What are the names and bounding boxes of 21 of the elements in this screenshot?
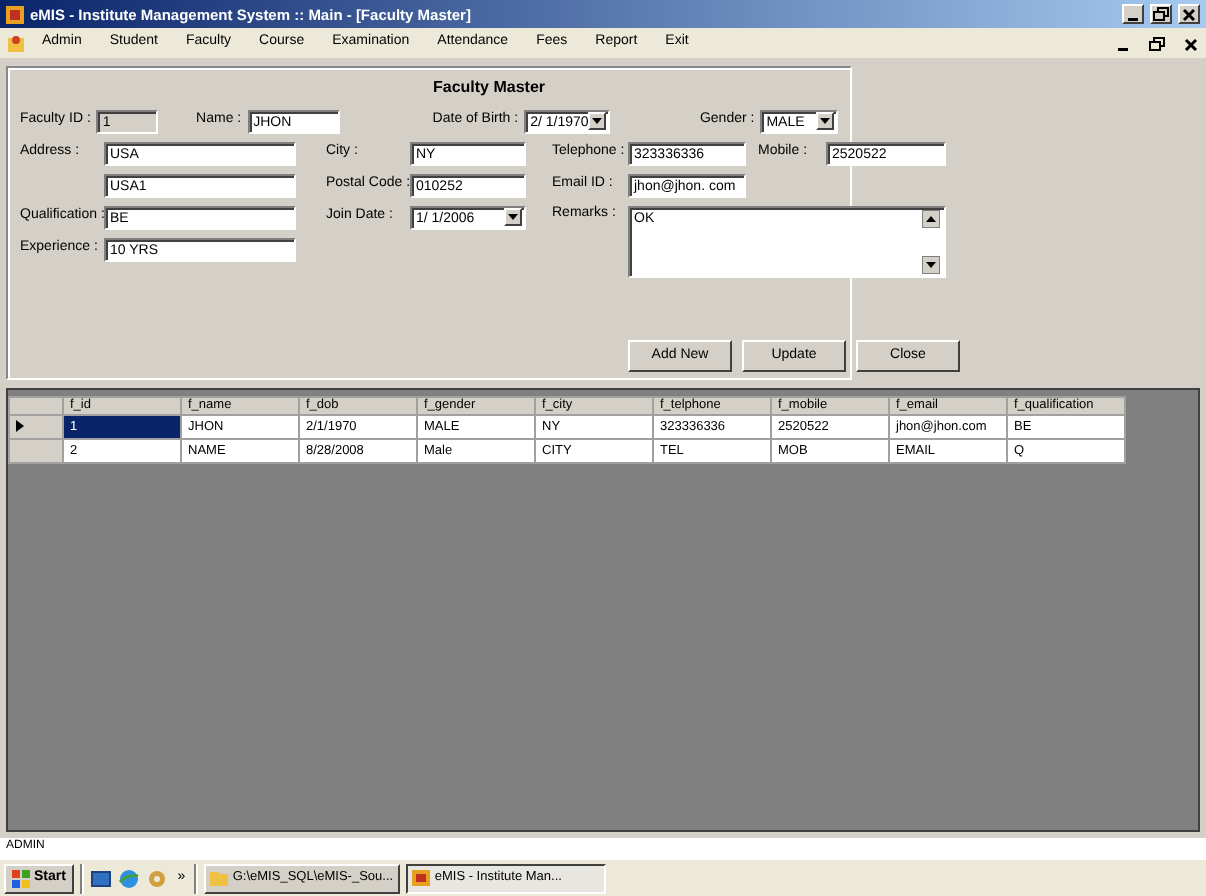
form-title: Faculty Master [430, 78, 548, 98]
row-header [9, 397, 63, 415]
dropdown-arrow-icon [820, 117, 830, 124]
windows-flag-icon [12, 869, 30, 887]
app-icon [412, 870, 431, 886]
scrollbar[interactable] [922, 209, 940, 274]
close-icon [1180, 6, 1198, 22]
desktop-icon[interactable] [89, 867, 112, 889]
app-icon [6, 5, 24, 23]
close-button[interactable] [1178, 4, 1200, 24]
folder-icon [210, 870, 229, 886]
dropdown-arrow-icon [592, 117, 603, 124]
close-icon[interactable] [1182, 35, 1200, 51]
scroll-up-icon[interactable] [922, 209, 940, 228]
current-row-icon [16, 419, 24, 432]
dropdown-arrow-icon [508, 213, 518, 220]
scroll-down-icon[interactable] [922, 255, 940, 274]
minimize-button[interactable] [1122, 4, 1144, 24]
app-menu-icon[interactable] [6, 33, 28, 53]
row-header[interactable] [9, 415, 63, 439]
restore-button[interactable] [1150, 4, 1172, 24]
